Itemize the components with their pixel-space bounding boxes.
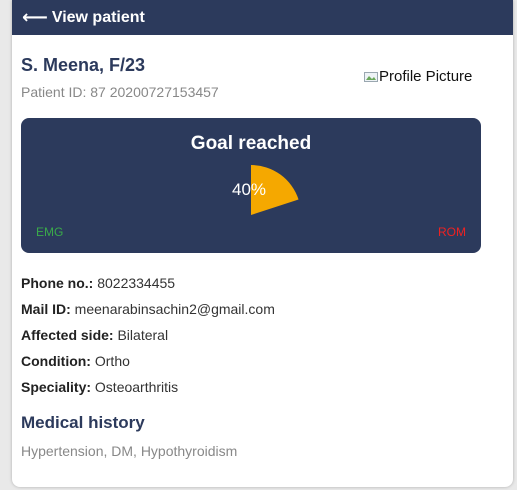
patient-header: S. Meena, F/23 Patient ID: 87 2020072715… (21, 55, 219, 100)
detail-value: 8022334455 (97, 275, 176, 291)
patient-details: Phone no.: 8022334455 Mail ID: meenarabi… (21, 275, 275, 405)
detail-affected-side: Affected side: Bilateral (21, 327, 275, 353)
detail-label: Phone no.: (21, 275, 94, 291)
goal-percent: 40% (232, 180, 267, 199)
detail-value: Osteoarthritis (94, 379, 179, 395)
detail-label: Mail ID: (21, 301, 71, 317)
top-bar: ⟵ View patient (12, 0, 513, 35)
rom-label: ROM (438, 225, 466, 239)
detail-phone: Phone no.: 8022334455 (21, 275, 275, 301)
emg-label: EMG (36, 225, 64, 239)
detail-value: Ortho (94, 353, 130, 369)
detail-value: meenarabinsachin2@gmail.com (74, 301, 275, 317)
medical-history-title: Medical history (21, 413, 145, 432)
goal-card: Goal reached 40% EMG ROM (21, 118, 481, 253)
profile-picture: Profile Picture (364, 68, 472, 85)
detail-speciality: Speciality: Osteoarthritis (21, 379, 275, 405)
broken-image-icon (364, 71, 378, 82)
patient-id: Patient ID: 87 20200727153457 (21, 84, 219, 100)
detail-label: Affected side: (21, 327, 114, 343)
medical-history-text: Hypertension, DM, Hypothyroidism (21, 443, 238, 459)
arrow-left-icon[interactable]: ⟵ (22, 7, 48, 28)
detail-mail: Mail ID: meenarabinsachin2@gmail.com (21, 301, 275, 327)
profile-picture-alt: Profile Picture (379, 68, 473, 85)
patient-name: S. Meena, F/23 (21, 55, 146, 75)
detail-label: Condition: (21, 353, 91, 369)
detail-value: Bilateral (117, 327, 169, 343)
detail-condition: Condition: Ortho (21, 353, 275, 379)
page-title: View patient (51, 8, 145, 26)
detail-label: Speciality: (21, 379, 92, 395)
